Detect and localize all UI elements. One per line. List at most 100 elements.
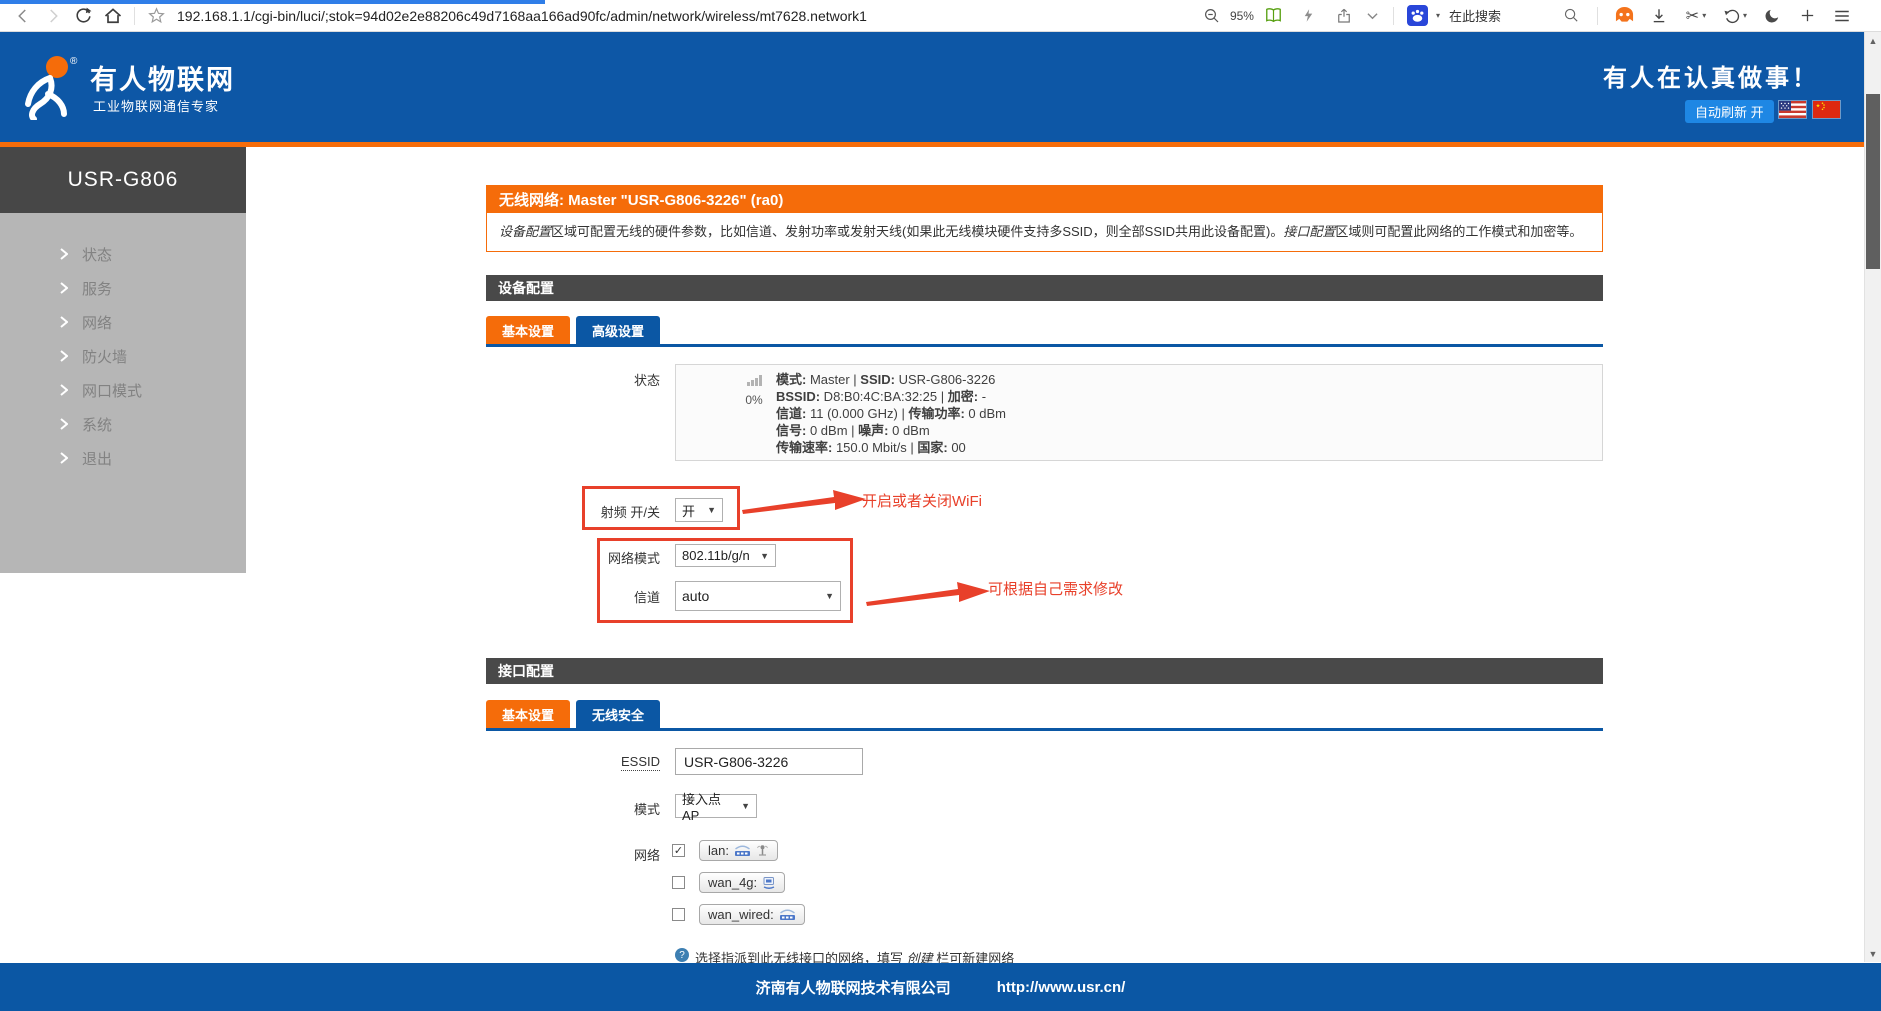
network-option-row: wan_wired:: [672, 904, 805, 925]
flag-us-icon[interactable]: [1778, 100, 1807, 119]
wireless-overview-box: 无线网络: Master "USR-G806-3226" (ra0) 设备配置区…: [486, 185, 1603, 252]
sidebar-item-防火墙[interactable]: 防火墙: [0, 339, 246, 373]
status-lines: 模式: Master | SSID: USR-G806-3226BSSID: D…: [776, 371, 1006, 456]
vertical-scrollbar[interactable]: ▲ ▼: [1864, 32, 1881, 962]
search-engine-caret-icon[interactable]: ▾: [1436, 11, 1440, 20]
tab-loading-indicator: [0, 0, 545, 4]
screenshot-scissors-icon[interactable]: ✂▾: [1679, 3, 1713, 29]
network-checkbox-wan_4g[interactable]: [672, 876, 685, 889]
chevron-down-icon[interactable]: [1364, 3, 1382, 29]
menu-icon[interactable]: [1827, 3, 1857, 29]
network-badge-label: lan:: [708, 843, 729, 858]
scrollbar-thumb[interactable]: [1866, 94, 1880, 269]
sidebar-item-label: 退出: [82, 448, 112, 469]
footer-website[interactable]: http://www.usr.cn/: [997, 979, 1126, 996]
svg-text:®: ®: [70, 56, 78, 67]
wireless-status-box: 0% 模式: Master | SSID: USR-G806-3226BSSID…: [675, 364, 1603, 461]
undo-history-icon[interactable]: ▾: [1718, 3, 1752, 29]
chevron-right-icon: [60, 316, 68, 328]
sidebar-item-label: 防火墙: [82, 346, 127, 367]
annotation-arrow-channel: [866, 578, 992, 608]
forward-icon[interactable]: [38, 3, 68, 29]
share-icon[interactable]: [1329, 3, 1359, 29]
network-badge-lan: lan:: [699, 840, 778, 861]
flash-icon[interactable]: [1294, 3, 1324, 29]
signal-strength-indicator: 0%: [734, 373, 774, 407]
modem-icon: [762, 876, 776, 889]
select-arrow-icon: ▼: [741, 801, 750, 811]
device-tab[interactable]: 基本设置: [486, 316, 570, 344]
sidebar-item-label: 状态: [82, 244, 112, 265]
favorite-star-icon[interactable]: [141, 3, 171, 29]
sidebar-item-退出[interactable]: 退出: [0, 441, 246, 475]
refresh-icon[interactable]: [68, 3, 98, 29]
network-badge-wan_wired: wan_wired:: [699, 904, 805, 925]
chevron-right-icon: [60, 384, 68, 396]
interface-tab[interactable]: 无线安全: [576, 700, 660, 728]
sidebar-item-系统[interactable]: 系统: [0, 407, 246, 441]
game-center-icon[interactable]: [1609, 3, 1639, 29]
status-line: BSSID: D8:B0:4C:BA:32:25 | 加密: -: [776, 388, 1006, 405]
network-option-row: ✓ lan:: [672, 840, 778, 861]
network-checkbox-lan[interactable]: ✓: [672, 844, 685, 857]
zoom-out-icon[interactable]: [1197, 3, 1227, 29]
section-device-config: 设备配置: [486, 275, 1603, 301]
annotation-box-channel: [597, 538, 853, 623]
page-title: 无线网络: Master "USR-G806-3226" (ra0): [487, 186, 1602, 213]
sidebar-menu: 状态服务网络防火墙网口模式系统退出: [0, 213, 246, 573]
toolbar-divider: [1597, 7, 1598, 25]
baidu-search-icon[interactable]: [1405, 3, 1431, 29]
usr-logo-icon: ®: [20, 54, 82, 125]
back-icon[interactable]: [8, 3, 38, 29]
add-icon[interactable]: [1792, 3, 1822, 29]
sidebar-item-状态[interactable]: 状态: [0, 237, 246, 271]
network-badge-label: wan_4g:: [708, 875, 757, 890]
browser-toolbar: 192.168.1.1/cgi-bin/luci/;stok=94d02e2e8…: [0, 0, 1881, 32]
header-accent-line: [0, 142, 1881, 147]
auto-refresh-toggle[interactable]: 自动刷新 开: [1685, 100, 1774, 123]
toolbar-divider: [1393, 7, 1394, 25]
signal-percent: 0%: [734, 393, 774, 407]
network-option-row: wan_4g:: [672, 872, 785, 893]
essid-input[interactable]: [675, 748, 863, 775]
annotation-box-radio: [582, 486, 740, 530]
scroll-down-icon[interactable]: ▼: [1865, 945, 1881, 962]
site-header: ® 有人物联网 工业物联网通信专家 有人在认真做事！ 自动刷新 开: [0, 32, 1881, 142]
sidebar-item-服务[interactable]: 服务: [0, 271, 246, 305]
reading-mode-icon[interactable]: [1259, 3, 1289, 29]
home-icon[interactable]: [98, 3, 128, 29]
signal-bars-icon: [747, 375, 762, 386]
footer-company: 济南有人物联网技术有限公司: [756, 977, 951, 998]
device-config-tabs: 基本设置高级设置: [486, 320, 1603, 347]
device-model-label: USR-G806: [0, 147, 246, 213]
interface-config-tabs: 基本设置无线安全: [486, 704, 1603, 731]
chevron-right-icon: [60, 282, 68, 294]
chevron-right-icon: [60, 452, 68, 464]
chevron-right-icon: [60, 350, 68, 362]
interface-tab[interactable]: 基本设置: [486, 700, 570, 728]
night-mode-icon[interactable]: [1757, 3, 1787, 29]
address-bar[interactable]: 192.168.1.1/cgi-bin/luci/;stok=94d02e2e8…: [177, 8, 1197, 24]
download-icon[interactable]: [1644, 3, 1674, 29]
sidebar-item-网络[interactable]: 网络: [0, 305, 246, 339]
device-tab[interactable]: 高级设置: [576, 316, 660, 344]
mode-select[interactable]: 接入点AP▼: [675, 794, 757, 818]
annotation-arrow-radio: [742, 488, 868, 518]
network-label: 网络: [430, 845, 660, 864]
flag-cn-icon[interactable]: [1812, 100, 1841, 119]
sidebar-item-网口模式[interactable]: 网口模式: [0, 373, 246, 407]
toolbar-divider: [134, 7, 135, 25]
zoom-level: 95%: [1230, 9, 1254, 23]
network-checkbox-wan_wired[interactable]: [672, 908, 685, 921]
switch-icon: [779, 909, 796, 921]
search-icon[interactable]: [1556, 3, 1586, 29]
search-box[interactable]: 在此搜索: [1449, 6, 1501, 25]
sidebar-item-label: 服务: [82, 278, 112, 299]
switch-icon: [734, 845, 751, 857]
scroll-up-icon[interactable]: ▲: [1865, 32, 1881, 49]
sidebar-item-label: 网口模式: [82, 380, 142, 401]
status-line: 信道: 11 (0.000 GHz) | 传输功率: 0 dBm: [776, 405, 1006, 422]
annotation-note-radio: 开启或者关闭WiFi: [862, 490, 982, 511]
chevron-right-icon: [60, 418, 68, 430]
network-badge-label: wan_wired:: [708, 907, 774, 922]
